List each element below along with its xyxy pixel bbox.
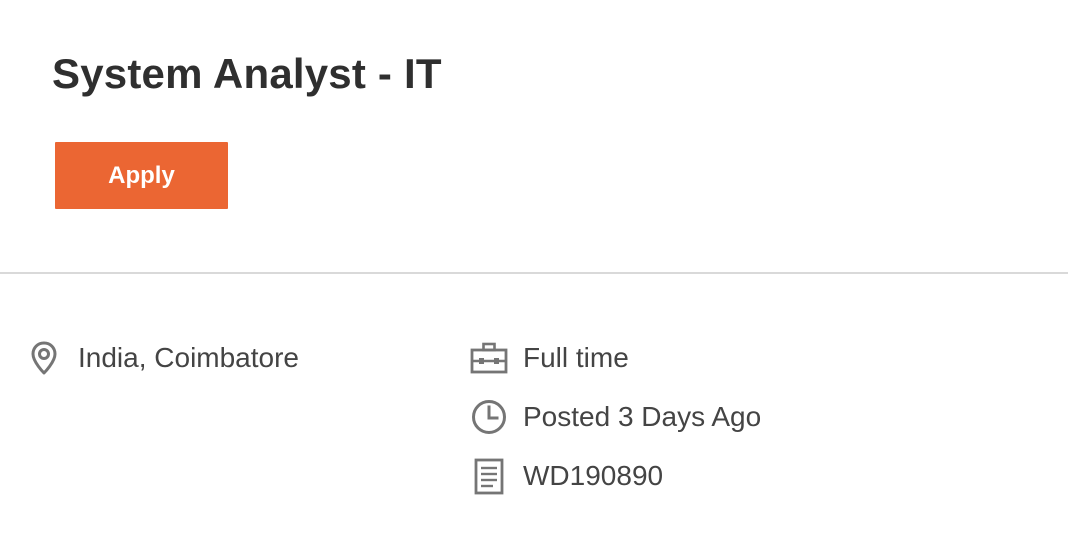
posted-text: Posted 3 Days Ago bbox=[523, 401, 762, 432]
job-posted: Posted 3 Days Ago bbox=[469, 397, 761, 437]
clock-icon bbox=[469, 397, 509, 437]
job-requisition-id: WD190890 bbox=[469, 456, 663, 496]
job-time-type: Full time bbox=[469, 338, 629, 378]
apply-button[interactable]: Apply bbox=[55, 142, 228, 209]
time-type-text: Full time bbox=[523, 342, 629, 373]
job-title: System Analyst - IT bbox=[52, 50, 442, 97]
job-location: India, Coimbatore bbox=[24, 338, 299, 378]
job-header: System Analyst - IT Apply bbox=[0, 0, 1068, 272]
requisition-id-text: WD190890 bbox=[523, 460, 664, 491]
document-icon bbox=[469, 456, 509, 496]
briefcase-icon bbox=[469, 338, 509, 378]
divider bbox=[0, 272, 1068, 274]
location-pin-icon bbox=[24, 338, 64, 378]
location-text: India, Coimbatore bbox=[78, 342, 300, 373]
